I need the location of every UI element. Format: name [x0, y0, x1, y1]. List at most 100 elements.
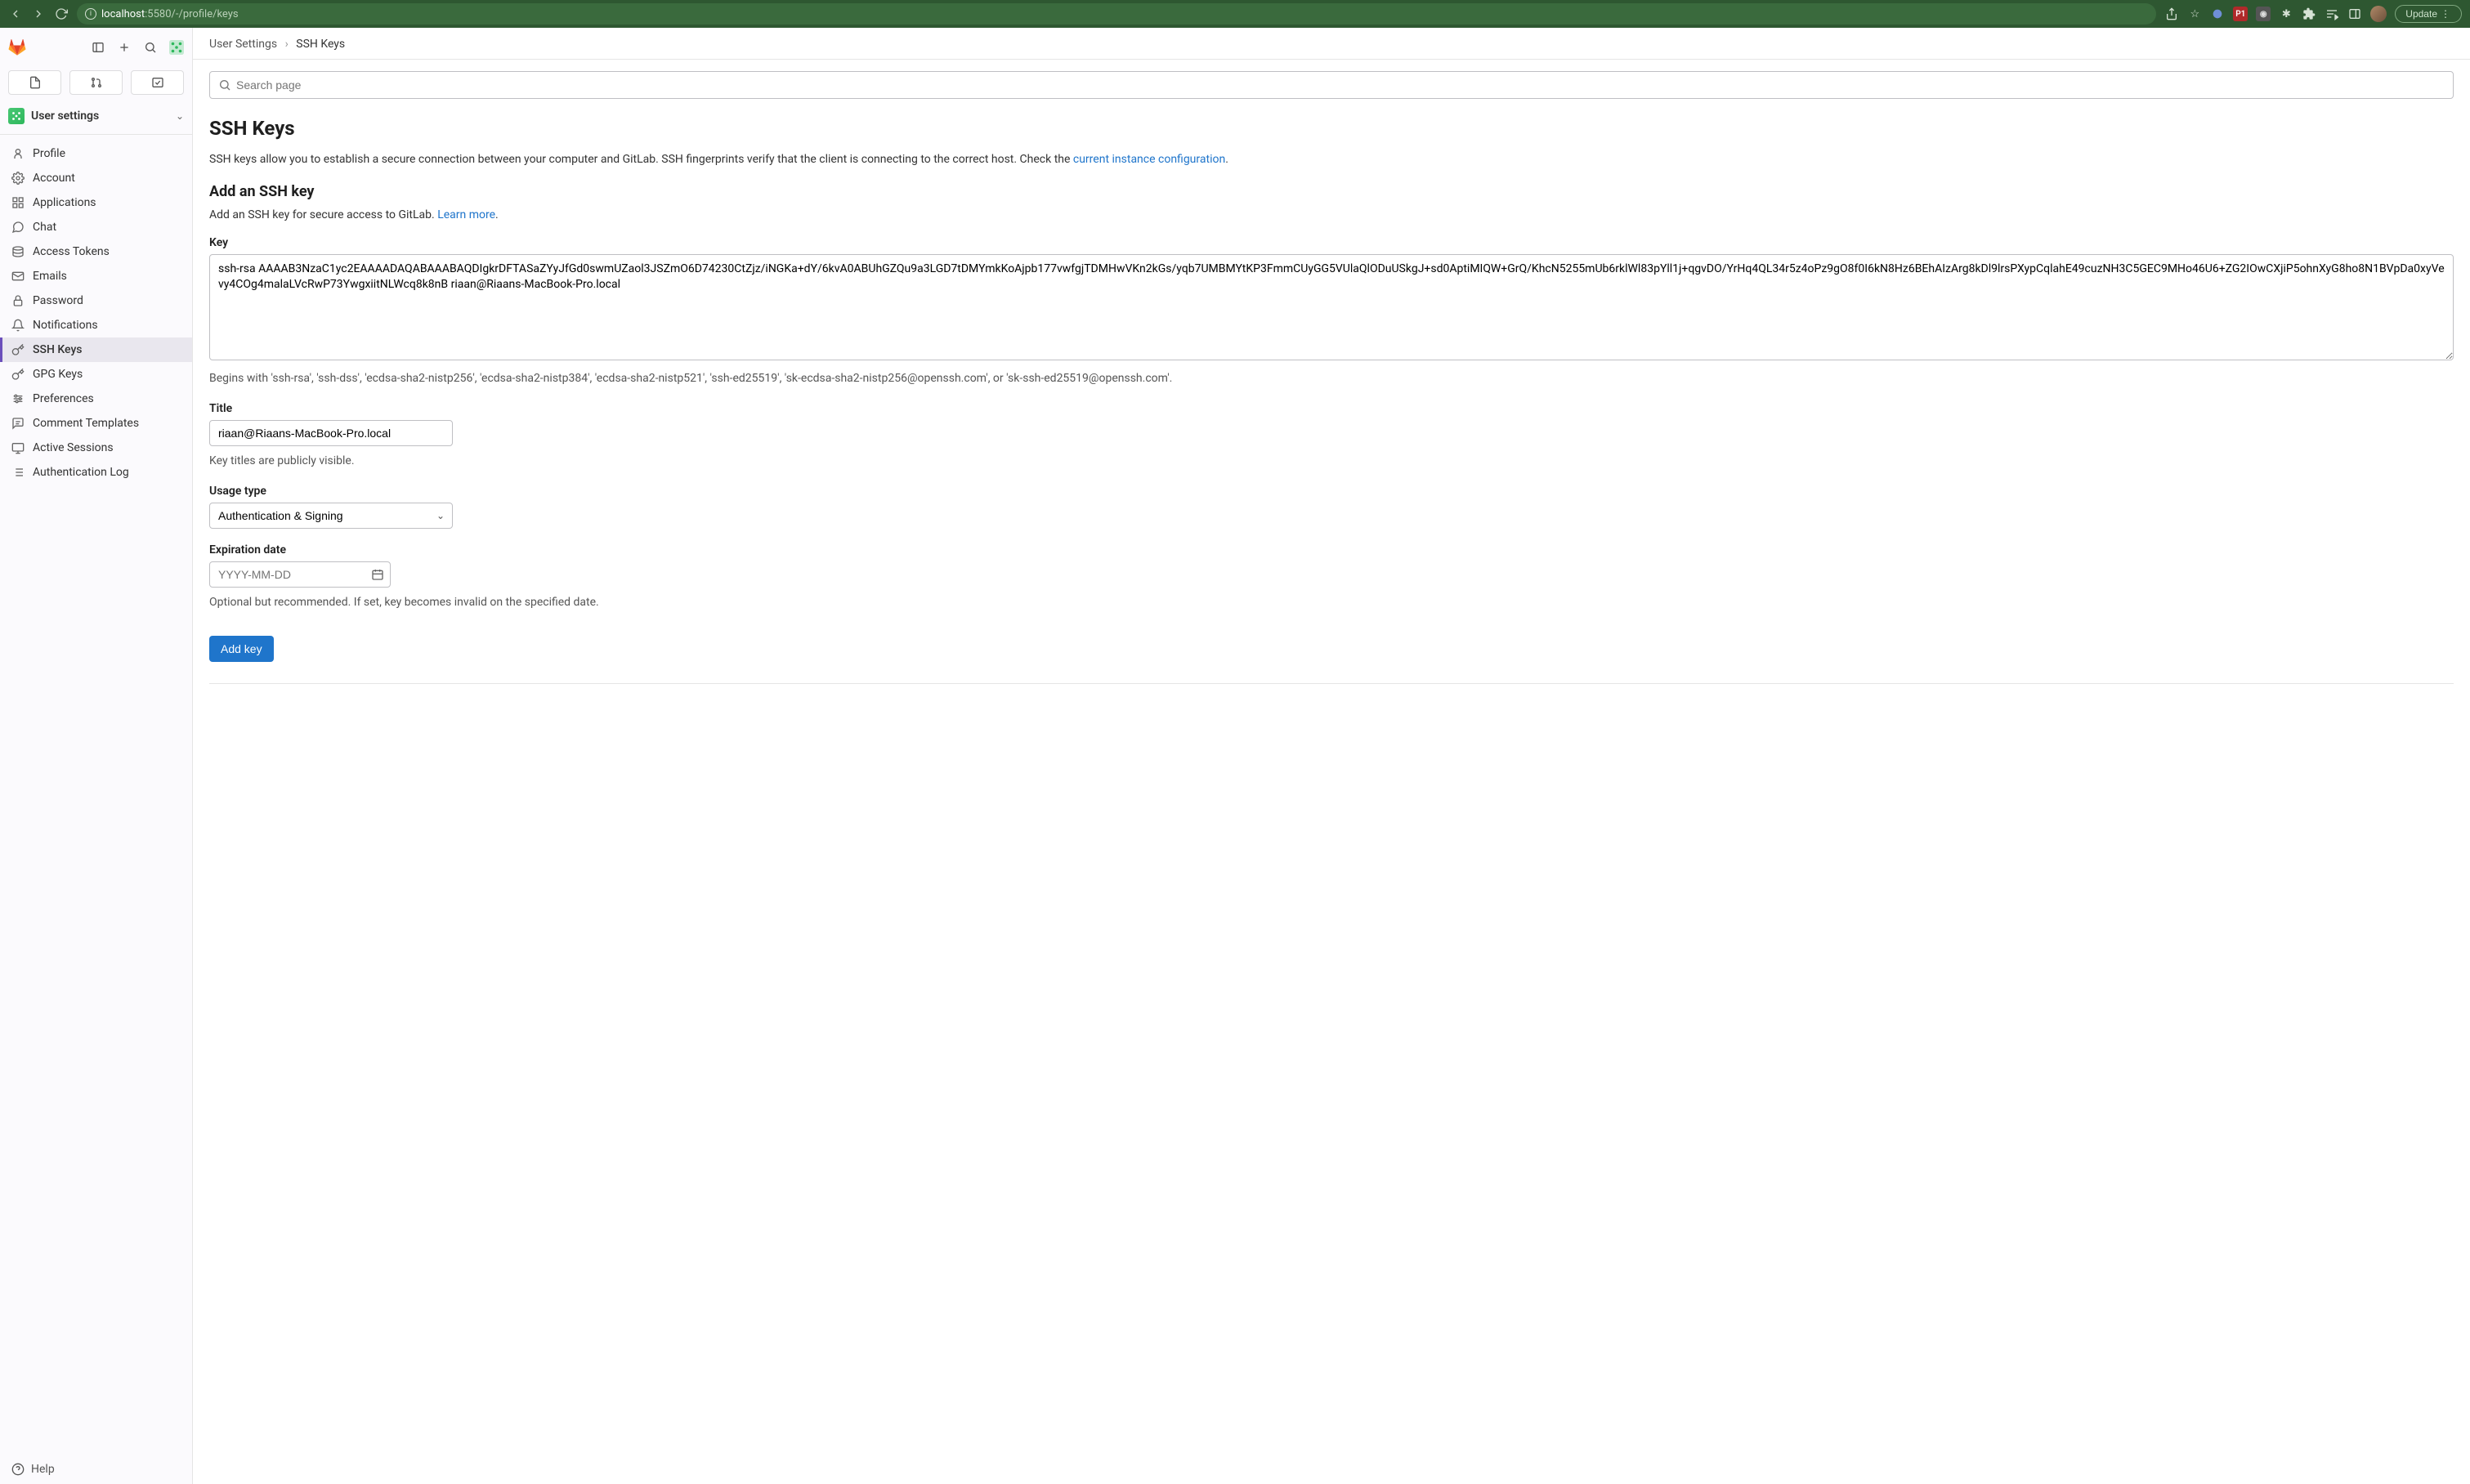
- profile-icon: [11, 147, 25, 160]
- page-intro: SSH keys allow you to establish a secure…: [209, 151, 2454, 168]
- address-bar[interactable]: i localhost:5580/-/profile/keys: [77, 3, 2156, 25]
- extension-icon[interactable]: [2210, 7, 2225, 21]
- breadcrumb-current: SSH Keys: [296, 38, 345, 51]
- page-title: SSH Keys: [209, 117, 2454, 140]
- sidebar-item-password[interactable]: Password: [0, 288, 192, 313]
- extension-gear-icon[interactable]: ✱: [2279, 7, 2293, 21]
- lock-icon: [11, 294, 25, 307]
- plus-icon[interactable]: [117, 40, 132, 55]
- merge-requests-shortcut[interactable]: [69, 70, 123, 95]
- url-path: :5580/-/profile/keys: [145, 8, 238, 20]
- sidebar-item-applications[interactable]: Applications: [0, 190, 192, 215]
- browser-right-icons: ☆ P1 ◉ ✱ Update ⋮: [2164, 5, 2462, 23]
- extensions-puzzle-icon[interactable]: [2302, 7, 2316, 21]
- monitor-icon: [11, 441, 25, 454]
- sidebar: User settings ⌄ Profile Account Applicatio…: [0, 28, 193, 1484]
- chevron-down-icon: ⌄: [176, 110, 184, 122]
- forward-button[interactable]: [31, 7, 46, 21]
- breadcrumb-root[interactable]: User Settings: [209, 38, 277, 51]
- sidebar-section-label: User settings: [31, 110, 169, 123]
- url-host: localhost: [101, 8, 145, 20]
- email-icon: [11, 270, 25, 283]
- comment-icon: [11, 417, 25, 430]
- title-label: Title: [209, 402, 2454, 415]
- applications-icon: [11, 196, 25, 209]
- user-avatar-icon[interactable]: [169, 40, 184, 55]
- sidebar-item-label: Active Sessions: [33, 441, 114, 454]
- profile-avatar[interactable]: [2370, 6, 2387, 22]
- todos-shortcut[interactable]: [131, 70, 184, 95]
- expiry-helper: Optional but recommended. If set, key be…: [209, 594, 2454, 611]
- sidebar-item-account[interactable]: Account: [0, 166, 192, 190]
- site-info-icon[interactable]: i: [85, 8, 96, 20]
- user-settings-avatar-icon: [8, 108, 25, 124]
- share-icon[interactable]: [2164, 7, 2179, 21]
- sidebar-item-label: Chat: [33, 221, 56, 234]
- sidebar-item-label: Emails: [33, 270, 67, 283]
- add-key-sub: Add an SSH key for secure access to GitL…: [209, 208, 2454, 221]
- gitlab-logo-icon[interactable]: [8, 38, 26, 56]
- chat-icon: [11, 221, 25, 234]
- help-icon: [11, 1463, 25, 1476]
- sidebar-item-active-sessions[interactable]: Active Sessions: [0, 436, 192, 460]
- back-button[interactable]: [8, 7, 23, 21]
- panel-icon[interactable]: [2347, 7, 2362, 21]
- sidebar-item-label: Account: [33, 172, 75, 185]
- add-key-button[interactable]: Add key: [209, 636, 274, 662]
- key-textarea[interactable]: [209, 254, 2454, 360]
- usage-type-select[interactable]: Authentication & Signing: [209, 503, 453, 529]
- usage-type-label: Usage type: [209, 485, 2454, 498]
- sidebar-item-profile[interactable]: Profile: [0, 141, 192, 166]
- page-search-input[interactable]: [236, 78, 2445, 92]
- sidebar-item-label: Preferences: [33, 392, 94, 405]
- preferences-icon: [11, 392, 25, 405]
- help-link[interactable]: Help: [0, 1455, 192, 1484]
- list-icon: [11, 466, 25, 479]
- extension-p1-icon[interactable]: P1: [2233, 7, 2248, 21]
- playlist-icon[interactable]: [2325, 7, 2339, 21]
- learn-more-link[interactable]: Learn more: [437, 208, 495, 221]
- sidebar-item-preferences[interactable]: Preferences: [0, 387, 192, 411]
- key-icon: [11, 368, 25, 381]
- sidebar-item-gpg-keys[interactable]: GPG Keys: [0, 362, 192, 387]
- sidebar-item-notifications[interactable]: Notifications: [0, 313, 192, 337]
- extension-camera-icon[interactable]: ◉: [2256, 7, 2271, 21]
- browser-toolbar: i localhost:5580/-/profile/keys ☆ P1 ◉ ✱…: [0, 0, 2470, 28]
- instance-config-link[interactable]: current instance configuration: [1073, 153, 1225, 166]
- sidebar-item-label: Notifications: [33, 319, 98, 332]
- sidebar-collapse-icon[interactable]: [91, 40, 105, 55]
- search-icon[interactable]: [143, 40, 158, 55]
- expiry-label: Expiration date: [209, 543, 2454, 556]
- sidebar-item-label: Authentication Log: [33, 466, 129, 479]
- sidebar-item-chat[interactable]: Chat: [0, 215, 192, 239]
- sidebar-item-emails[interactable]: Emails: [0, 264, 192, 288]
- page-search[interactable]: [209, 71, 2454, 99]
- sidebar-item-label: Comment Templates: [33, 417, 139, 430]
- breadcrumb-separator-icon: ›: [285, 38, 289, 51]
- expiry-input[interactable]: [209, 561, 391, 588]
- add-key-title: Add an SSH key: [209, 183, 2454, 200]
- breadcrumb: User Settings › SSH Keys: [193, 28, 2470, 60]
- key-icon: [11, 343, 25, 356]
- main-content: User Settings › SSH Keys SSH Keys SSH ke…: [193, 28, 2470, 1484]
- sidebar-item-label: Password: [33, 294, 83, 307]
- sidebar-item-label: Profile: [33, 147, 65, 160]
- reload-button[interactable]: [54, 7, 69, 21]
- issues-shortcut[interactable]: [8, 70, 61, 95]
- help-label: Help: [31, 1463, 55, 1476]
- title-input[interactable]: [209, 420, 453, 446]
- sidebar-item-authentication-log[interactable]: Authentication Log: [0, 460, 192, 485]
- sidebar-item-label: Access Tokens: [33, 245, 110, 258]
- title-helper: Key titles are publicly visible.: [209, 453, 2454, 470]
- browser-update-button[interactable]: Update ⋮: [2395, 5, 2462, 23]
- search-icon: [218, 78, 231, 92]
- sidebar-section-header[interactable]: User settings ⌄: [0, 101, 192, 131]
- sidebar-item-label: Applications: [33, 196, 96, 209]
- sidebar-item-ssh-keys[interactable]: SSH Keys: [0, 337, 192, 362]
- sidebar-item-label: SSH Keys: [33, 343, 83, 356]
- key-helper: Begins with 'ssh-rsa', 'ssh-dss', 'ecdsa…: [209, 370, 2454, 387]
- sidebar-item-access-tokens[interactable]: Access Tokens: [0, 239, 192, 264]
- key-label: Key: [209, 236, 2454, 249]
- bookmark-star-icon[interactable]: ☆: [2187, 7, 2202, 21]
- sidebar-item-comment-templates[interactable]: Comment Templates: [0, 411, 192, 436]
